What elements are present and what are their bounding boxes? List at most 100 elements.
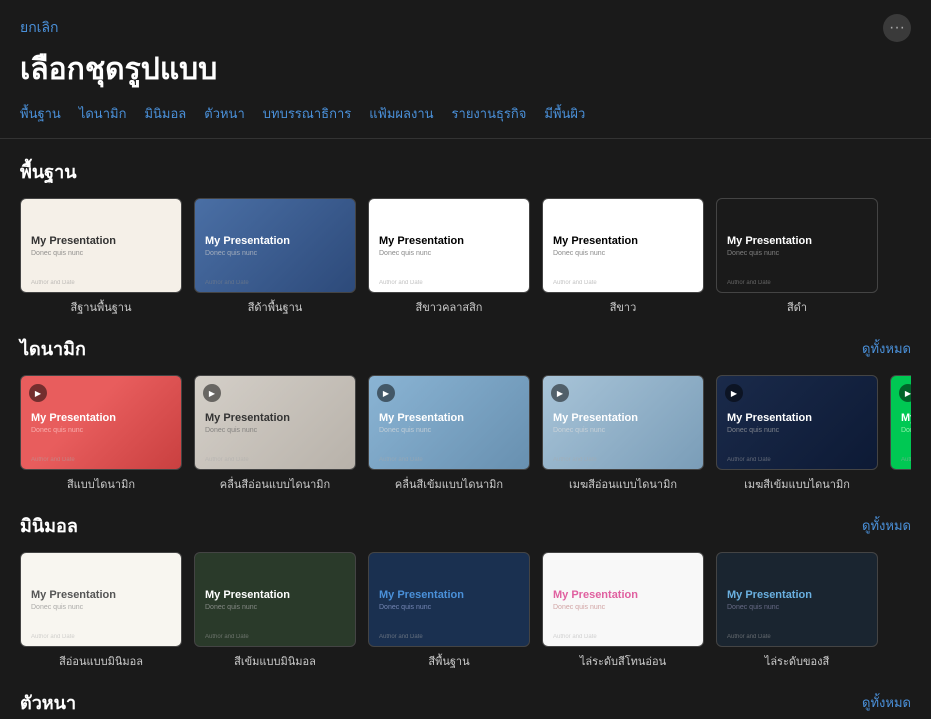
thumb-text-container: My Presentation Donec quis nunc (717, 224, 877, 266)
thumb-title: My Presentation (379, 411, 519, 424)
template-item[interactable]: ▶My PresentationDonec quis nuncAuthor an… (716, 375, 878, 493)
template-item[interactable]: My PresentationDonec quis nuncAuthor and… (20, 552, 182, 670)
section-title-feature: ตัวหนา (20, 688, 76, 717)
template-label: สีพื้นฐาน (428, 652, 469, 670)
thumb-text-container: My Presentation Donec quis nunc (195, 401, 355, 443)
template-thumbnail: ▶My PresentationDonec quis nuncAuthor an… (20, 375, 182, 470)
template-item[interactable]: My PresentationDonec quis nuncAuthor and… (542, 198, 704, 316)
template-item[interactable]: ▶My PresentationDonec quis nuncAuthor an… (890, 375, 911, 493)
template-item[interactable]: My PresentationDonec quis nuncAuthor and… (194, 198, 356, 316)
thumb-subtitle: Donec quis nunc (205, 604, 345, 611)
tab-bold[interactable]: มีพื้นผิว (544, 103, 585, 124)
content-area: พื้นฐาน My Presentation Donec quis nunc Aut… (0, 139, 931, 719)
template-label: สีอ่อนแบบมินิมอล (59, 652, 143, 670)
template-thumbnail: My PresentationDonec quis nunc Author and… (542, 552, 704, 647)
template-item[interactable]: My PresentationDonec quis nunc Author and… (542, 552, 704, 670)
thumb-title: My Presentation (379, 234, 519, 247)
section-header-basic: พื้นฐาน (20, 157, 911, 186)
thumb-title: My Presentation (205, 588, 345, 601)
tab-feature[interactable]: ตัวหนา (204, 103, 245, 124)
see-all-minimal[interactable]: ดูทั้งหมด (862, 515, 911, 536)
tab-minimal[interactable]: มินิมอล (144, 103, 186, 124)
thumb-author: Author and Date (31, 457, 75, 463)
play-icon: ▶ (551, 384, 569, 402)
template-item[interactable]: My PresentationDonec quis nuncAuthor and… (20, 198, 182, 316)
thumb-title: My Presentation (727, 411, 867, 424)
thumb-title: My Presentation (901, 411, 911, 424)
template-item[interactable]: My Presentation Donec quis nunc Author and… (716, 552, 878, 670)
play-icon: ▶ (377, 384, 395, 402)
template-item[interactable]: ▶My PresentationDonec quis nuncAuthor an… (194, 375, 356, 493)
thumb-author: Author and Date (727, 634, 771, 640)
thumb-title: My Presentation (553, 411, 693, 424)
see-all-feature[interactable]: ดูทั้งหมด (862, 692, 911, 713)
see-all-dynamic[interactable]: ดูทั้งหมด (862, 338, 911, 359)
template-item[interactable]: ▶My PresentationDonec quis nuncAuthor an… (368, 375, 530, 493)
thumb-author: Author and Date (205, 634, 249, 640)
thumb-subtitle: Donec quis nunc (727, 604, 867, 611)
thumb-text-container: My Presentation Donec quis nunc (369, 224, 529, 266)
template-thumbnail: ▶My PresentationDonec quis nuncAuthor an… (368, 375, 530, 470)
thumb-subtitle: Donec quis nunc (205, 427, 345, 434)
thumb-text-container: My PresentationDonec quis nunc (21, 401, 181, 443)
thumb-subtitle: Donec quis nunc (901, 427, 911, 434)
thumb-author: Author and Date (553, 280, 597, 286)
thumb-title: My Presentation (31, 588, 171, 601)
tab-portfolio[interactable]: แฟ้มผลงาน (369, 103, 433, 124)
nav-tabs: พื้นฐาน ไดนามิก มินิมอล ตัวหนา บทบรรณาธิการ แ… (0, 103, 931, 139)
thumb-text-container: My PresentationDonec quis nunc (195, 224, 355, 266)
template-thumbnail: My PresentationDonec quis nuncAuthor and… (542, 198, 704, 293)
template-thumbnail: ▶My PresentationDonec quis nuncAuthor an… (890, 375, 911, 470)
template-item[interactable]: ▶My PresentationDonec quis nuncAuthor an… (542, 375, 704, 493)
template-item[interactable]: ▶My PresentationDonec quis nuncAuthor an… (20, 375, 182, 493)
thumb-title: My Presentation (205, 411, 345, 424)
thumb-text-container: My PresentationDonec quis nunc (543, 578, 703, 620)
thumb-title: My Presentation (31, 234, 171, 247)
tab-dynamic[interactable]: ไดนามิก (79, 103, 127, 124)
top-bar: ยกเลิก ··· (0, 0, 931, 46)
thumb-subtitle: Donec quis nunc (379, 250, 519, 257)
template-thumbnail: My Presentation Donec quis nunc Author and… (716, 552, 878, 647)
templates-row-basic: My Presentation Donec quis nunc Author and… (20, 198, 911, 316)
template-label: สีขาวคลาสสิก (416, 298, 483, 316)
template-item[interactable]: My PresentationDonec quis nuncAuthor and… (368, 552, 530, 670)
tab-editorial[interactable]: บทบรรณาธิการ (263, 103, 352, 124)
thumb-text-container: My Presentation Donec quis nunc (195, 578, 355, 620)
template-thumbnail: ▶My PresentationDonec quis nuncAuthor an… (194, 375, 356, 470)
template-label: สีเข้มแบบมินิมอล (234, 652, 316, 670)
more-button[interactable]: ··· (883, 14, 911, 42)
template-item[interactable]: My Presentation Donec quis nunc Author and… (368, 198, 530, 316)
thumb-author: Author and Date (379, 457, 423, 463)
template-item[interactable]: My PresentationDonec quis nuncAuthor and… (716, 198, 878, 316)
thumb-subtitle: Donec quis nunc (553, 604, 693, 611)
thumb-author: Author and Date (553, 634, 597, 640)
cancel-button[interactable]: ยกเลิก (20, 17, 59, 39)
section-title-basic: พื้นฐาน (20, 157, 77, 186)
thumb-subtitle: Donec quis nunc (205, 250, 345, 257)
template-thumbnail: ▶My PresentationDonec quis nuncAuthor an… (716, 375, 878, 470)
thumb-author: Author and Date (379, 634, 423, 640)
template-label: ไล่ระดับของสี (765, 652, 829, 670)
template-item[interactable]: My Presentation Donec quis nunc Author and… (194, 552, 356, 670)
thumb-subtitle: Donec quis nunc (379, 604, 519, 611)
thumb-subtitle: Donec quis nunc (553, 427, 693, 434)
thumb-title: My Presentation (31, 411, 171, 424)
section-header-minimal: มินิมอลดูทั้งหมด (20, 511, 911, 540)
thumb-subtitle: Donec quis nunc (727, 250, 867, 257)
thumb-title: My Presentation (727, 234, 867, 247)
template-label: สีด้าพื้นฐาน (248, 298, 303, 316)
thumb-title: My Presentation (727, 588, 867, 601)
thumb-subtitle: Donec quis nunc (31, 250, 171, 257)
thumb-text-container: My PresentationDonec quis nunc (21, 578, 181, 620)
thumb-author: Author and Date (379, 280, 423, 286)
template-thumbnail: My Presentation Donec quis nunc Author and… (194, 552, 356, 647)
section-header-feature: ตัวหนา ดูทั้งหมด (20, 688, 911, 717)
tab-basic[interactable]: พื้นฐาน (20, 103, 61, 124)
template-thumbnail: My PresentationDonec quis nuncAuthor and… (20, 198, 182, 293)
thumb-text-container: My Presentation Donec quis nunc (717, 578, 877, 620)
thumb-subtitle: Donec quis nunc (727, 427, 867, 434)
play-icon: ▶ (203, 384, 221, 402)
more-icon: ··· (889, 19, 905, 37)
templates-row-minimal: My Presentation Donec quis nunc Author and… (20, 552, 911, 670)
tab-report[interactable]: รายงานธุรกิจ (452, 103, 527, 124)
